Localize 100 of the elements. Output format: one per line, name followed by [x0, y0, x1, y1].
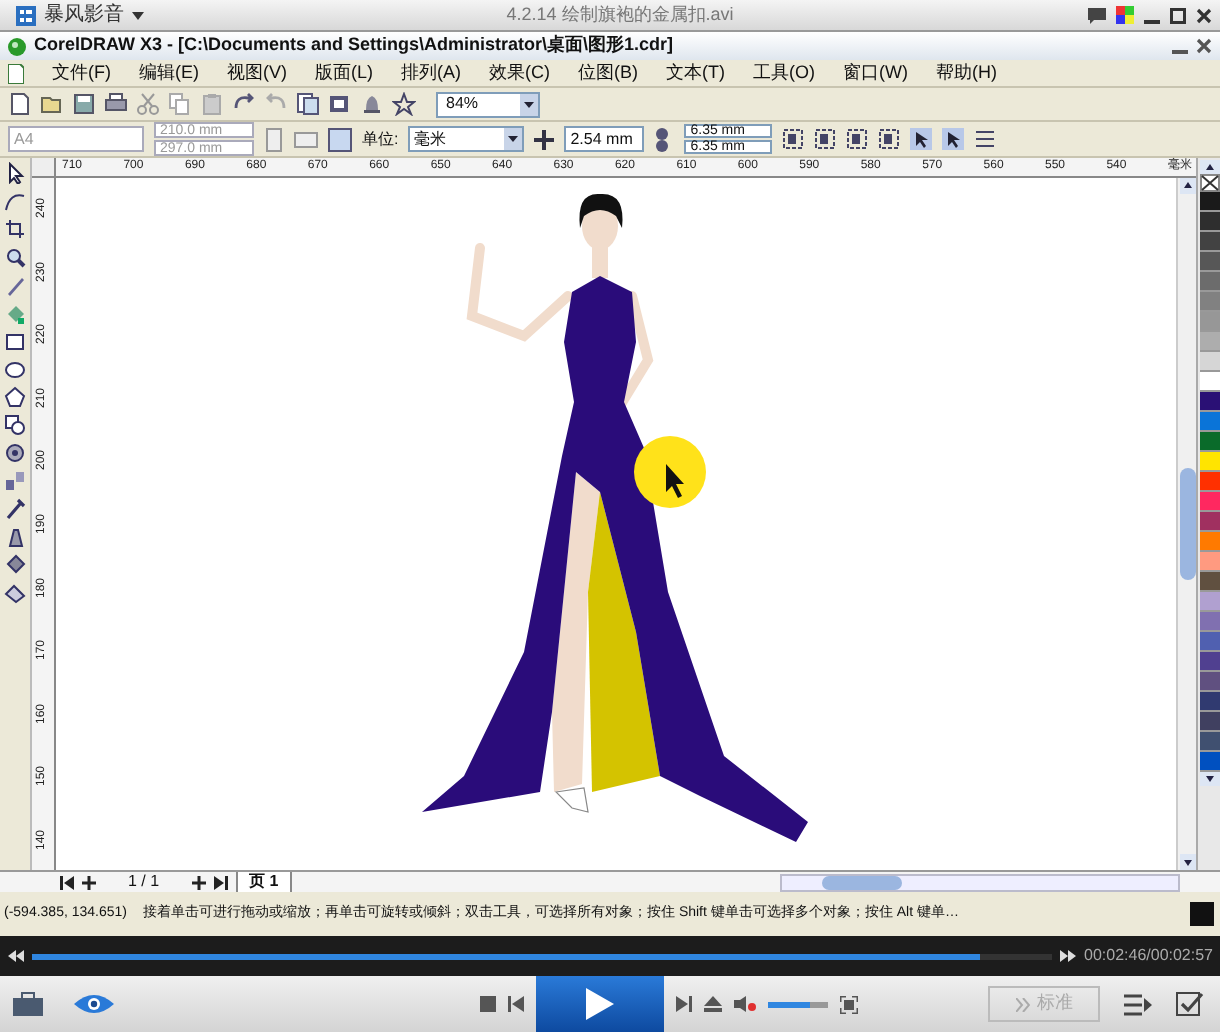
color-swatch[interactable] — [1199, 672, 1219, 692]
color-swatch[interactable] — [1199, 252, 1219, 272]
menu-item[interactable]: 位图(B) — [578, 59, 638, 87]
color-swatch[interactable] — [1199, 232, 1219, 252]
zoom-dropdown[interactable]: 84% — [436, 91, 540, 117]
printer-icon[interactable] — [104, 92, 128, 116]
ellipse-icon[interactable] — [4, 358, 26, 380]
color-swatch[interactable] — [1199, 492, 1219, 512]
color-swatch[interactable] — [1199, 632, 1219, 652]
align-icon[interactable] — [814, 128, 837, 150]
volume-fill[interactable] — [768, 1001, 810, 1007]
color-swatch[interactable] — [1199, 452, 1219, 472]
star-icon[interactable] — [392, 92, 416, 116]
page-layout-icon[interactable] — [328, 127, 352, 151]
outline-pen-icon[interactable] — [4, 526, 26, 548]
speaker-icon[interactable] — [734, 996, 756, 1012]
save-icon[interactable] — [72, 92, 96, 116]
bell-icon[interactable] — [360, 92, 384, 116]
rewind-icon[interactable] — [8, 950, 24, 962]
menu-item[interactable]: 排列(A) — [401, 59, 461, 87]
open-folder-icon[interactable] — [40, 92, 64, 116]
nudge-field[interactable]: 2.54 mm — [564, 126, 645, 152]
progress-fill[interactable] — [32, 953, 981, 959]
pointer-icon[interactable] — [4, 162, 26, 184]
color-swatch[interactable] — [1199, 552, 1219, 572]
select-icon[interactable] — [942, 128, 965, 150]
color-swatch[interactable] — [1199, 412, 1219, 432]
last-page-icon[interactable] — [213, 875, 228, 889]
chat-icon[interactable] — [1088, 7, 1106, 23]
align-icon[interactable] — [846, 128, 869, 150]
list-icon[interactable] — [974, 128, 997, 150]
unit-dropdown[interactable]: 毫米 — [408, 126, 525, 152]
color-swatch[interactable] — [1199, 272, 1219, 292]
menu-item[interactable]: 工具(O) — [753, 59, 815, 87]
fullscreen-icon[interactable] — [840, 995, 858, 1013]
fast-forward-icon[interactable] — [1060, 950, 1076, 962]
no-color-icon[interactable] — [1199, 174, 1219, 192]
color-swatch[interactable] — [1199, 532, 1219, 552]
color-swatch[interactable] — [1199, 752, 1219, 772]
plus-icon[interactable] — [191, 875, 206, 889]
scrollbar-thumb[interactable] — [1179, 468, 1195, 580]
color-swatch[interactable] — [1199, 692, 1219, 712]
page-tab[interactable]: 页 1 — [235, 871, 293, 893]
crop-icon[interactable] — [4, 218, 26, 240]
color-swatch[interactable] — [1199, 732, 1219, 752]
color-swatch[interactable] — [1199, 352, 1219, 372]
menu-item[interactable]: 文本(T) — [666, 59, 725, 87]
horizontal-scrollbar[interactable] — [780, 873, 1181, 891]
close-icon[interactable] — [1196, 7, 1212, 23]
menu-item[interactable]: 版面(L) — [315, 59, 373, 87]
menu-item[interactable]: 编辑(E) — [139, 59, 199, 87]
down-arrow-icon[interactable] — [1179, 854, 1195, 870]
up-arrow-icon[interactable] — [1199, 160, 1219, 174]
new-file-icon[interactable] — [8, 92, 32, 116]
close-icon[interactable] — [1196, 38, 1212, 54]
plus-icon[interactable] — [82, 875, 96, 889]
color-swatch[interactable] — [1199, 292, 1219, 312]
import-icon[interactable] — [296, 92, 320, 116]
app-menu-button[interactable]: 暴风影音 — [8, 1, 152, 29]
color-swatch[interactable] — [1199, 332, 1219, 352]
shapes-icon[interactable] — [4, 414, 26, 436]
eject-icon[interactable] — [704, 996, 722, 1012]
magnifier-icon[interactable] — [4, 246, 26, 268]
menu-item[interactable]: 文件(F) — [52, 59, 111, 87]
color-swatch[interactable] — [1199, 612, 1219, 632]
playlist-icon[interactable] — [1124, 993, 1152, 1015]
color-swatch[interactable] — [1199, 592, 1219, 612]
menu-item[interactable]: 视图(V) — [227, 59, 287, 87]
menu-item[interactable]: 帮助(H) — [936, 59, 997, 87]
color-swatch[interactable] — [1199, 192, 1219, 212]
next-icon[interactable] — [676, 996, 692, 1012]
settings-icon[interactable] — [1176, 992, 1204, 1016]
color-swatch[interactable] — [1199, 652, 1219, 672]
color-swatch[interactable] — [1199, 312, 1219, 332]
menu-item[interactable]: 窗口(W) — [843, 59, 908, 87]
eye-icon[interactable] — [72, 992, 116, 1016]
export-icon[interactable] — [328, 92, 352, 116]
color-icon[interactable] — [1116, 6, 1134, 24]
color-swatch[interactable] — [1199, 712, 1219, 732]
down-arrow-icon[interactable] — [1199, 772, 1219, 786]
rectangle-icon[interactable] — [4, 330, 26, 352]
first-page-icon[interactable] — [60, 875, 74, 889]
previous-icon[interactable] — [508, 996, 524, 1012]
up-arrow-icon[interactable] — [1179, 178, 1195, 194]
blend-icon[interactable] — [4, 470, 26, 492]
curve-icon[interactable] — [4, 190, 26, 212]
color-swatch[interactable] — [1199, 372, 1219, 392]
color-swatch[interactable] — [1199, 512, 1219, 532]
pen-icon[interactable] — [4, 274, 26, 296]
color-swatch[interactable] — [1199, 572, 1219, 592]
color-swatch[interactable] — [1199, 212, 1219, 232]
eyedropper-icon[interactable] — [4, 498, 26, 520]
toolbox-icon[interactable] — [12, 992, 44, 1016]
play-button[interactable] — [536, 976, 664, 1032]
align-icon[interactable] — [878, 128, 901, 150]
select-icon[interactable] — [910, 128, 933, 150]
scrollbar-thumb[interactable] — [822, 875, 903, 889]
color-swatch[interactable] — [1199, 432, 1219, 452]
menu-item[interactable]: 效果(C) — [489, 59, 550, 87]
color-swatch[interactable] — [1199, 472, 1219, 492]
